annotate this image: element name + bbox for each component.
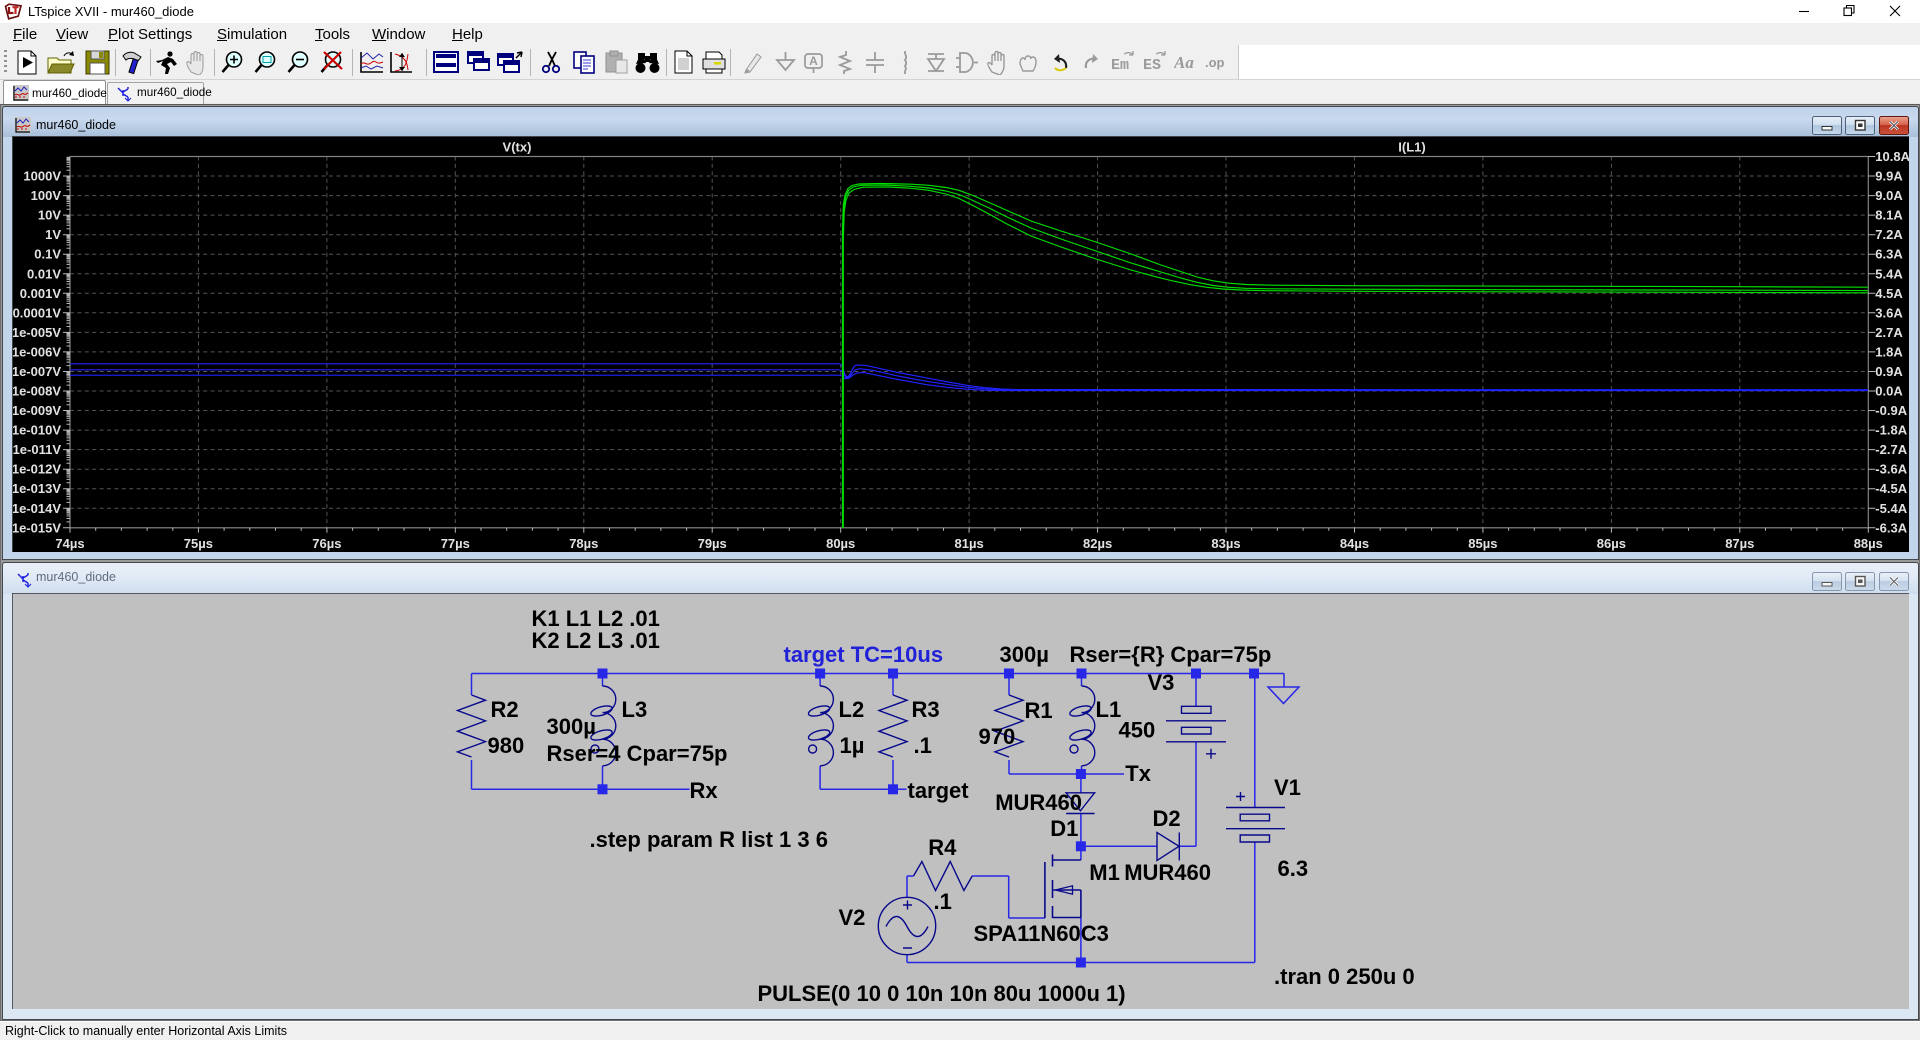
svg-text:A: A xyxy=(809,54,818,68)
svg-text:.op: .op xyxy=(1205,55,1225,70)
svg-text:Aa: Aa xyxy=(1174,53,1194,72)
svg-text:Em: Em xyxy=(1111,57,1129,74)
svg-text:EЅ: EЅ xyxy=(1143,57,1161,74)
